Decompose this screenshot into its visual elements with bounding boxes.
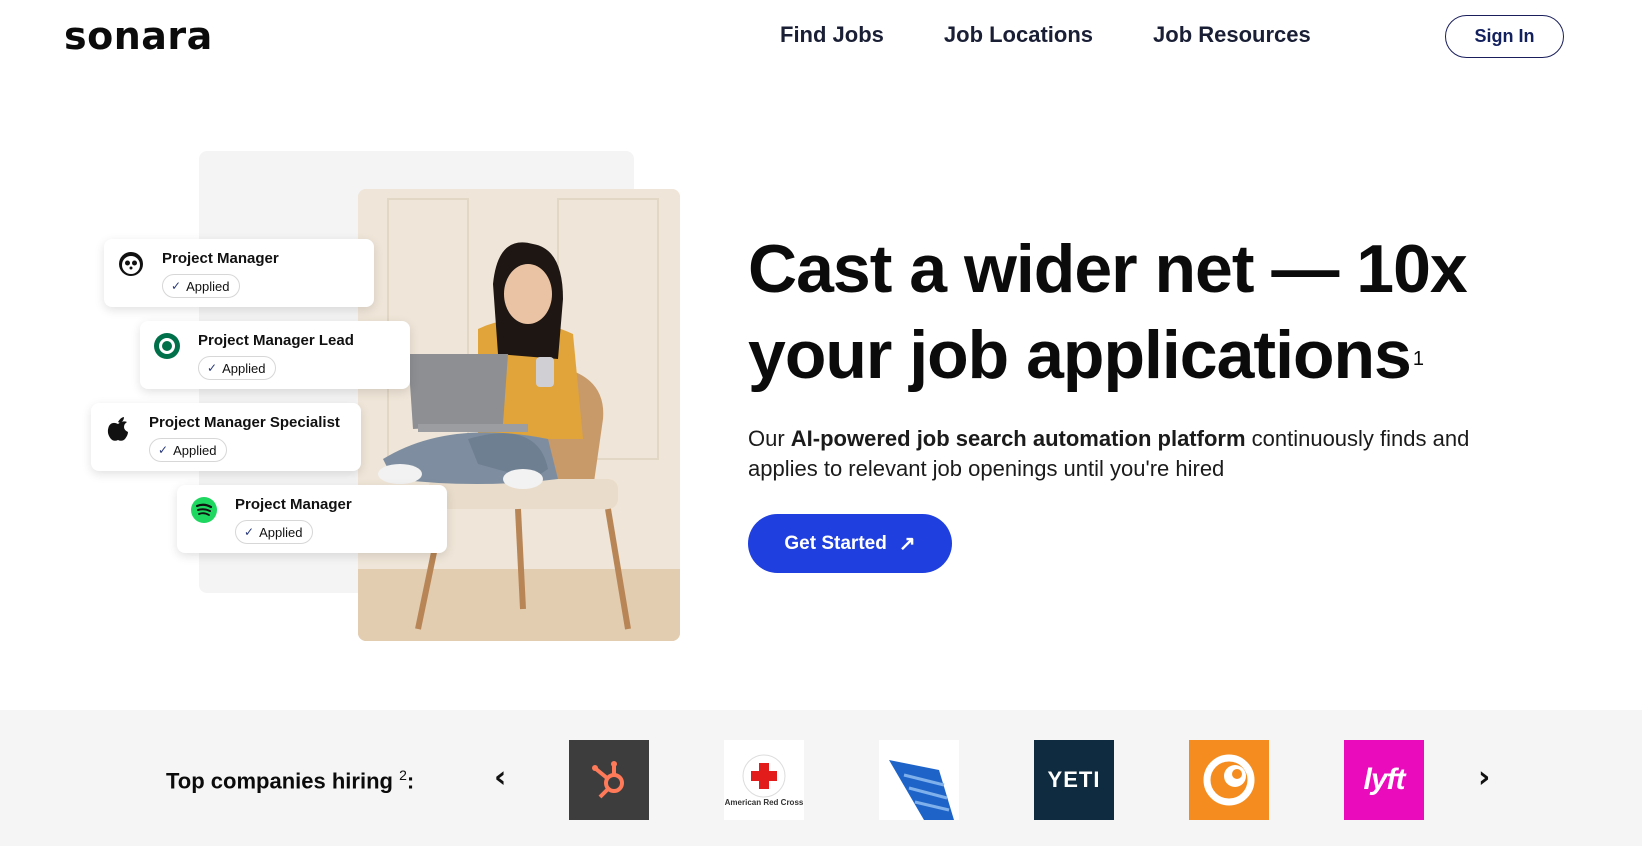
hero-headline-line2: your job applications bbox=[748, 317, 1412, 393]
applied-badge: ✓ Applied bbox=[162, 274, 241, 298]
applied-badge-label: Applied bbox=[173, 442, 217, 458]
footnote-marker[interactable]: 1 bbox=[1413, 348, 1424, 370]
companies-strip: Top companies hiring 2: ‹ American Red C… bbox=[0, 710, 1642, 846]
nav-job-locations[interactable]: Job Locations bbox=[944, 22, 1093, 48]
applied-badge-label: Applied bbox=[222, 360, 266, 376]
job-card-title: Project Manager Specialist bbox=[149, 414, 340, 431]
applied-badge: ✓ Applied bbox=[149, 438, 228, 462]
job-card-title: Project Manager bbox=[235, 496, 352, 513]
check-icon: ✓ bbox=[158, 443, 169, 457]
yeti-logo[interactable]: YETI bbox=[1034, 740, 1114, 820]
companies-label-text: Top companies hiring bbox=[166, 768, 393, 794]
applied-badge-label: Applied bbox=[259, 524, 303, 540]
spotify-icon bbox=[189, 495, 219, 525]
get-started-button[interactable]: Get Started ↗ bbox=[748, 514, 952, 573]
job-card: Project Manager ✓ Applied bbox=[177, 485, 447, 553]
hero-photo bbox=[358, 189, 680, 641]
main-nav: Find Jobs Job Locations Job Resources bbox=[780, 22, 1311, 48]
arrow-up-right-icon: ↗ bbox=[898, 533, 916, 555]
nav-find-jobs[interactable]: Find Jobs bbox=[780, 22, 884, 48]
footnote-marker[interactable]: 2 bbox=[399, 767, 407, 783]
hubspot-logo[interactable] bbox=[569, 740, 649, 820]
check-icon: ✓ bbox=[171, 279, 182, 293]
companies-label: Top companies hiring 2: bbox=[166, 767, 414, 794]
applied-badge: ✓ Applied bbox=[198, 356, 277, 380]
applied-badge: ✓ Applied bbox=[235, 520, 314, 544]
apple-icon bbox=[103, 413, 133, 443]
yeti-logo-text: YETI bbox=[1047, 767, 1101, 792]
site-header: sonara Find Jobs Job Locations Job Resou… bbox=[0, 0, 1642, 76]
applied-badge-label: Applied bbox=[186, 278, 230, 294]
sign-in-button[interactable]: Sign In bbox=[1445, 15, 1564, 58]
chevron-left-icon[interactable]: ‹ bbox=[494, 760, 506, 795]
job-card: Project Manager Lead ✓ Applied bbox=[140, 321, 410, 389]
nav-job-resources[interactable]: Job Resources bbox=[1153, 22, 1311, 48]
hero-subtitle-bold: AI-powered job search automation platfor… bbox=[790, 426, 1246, 451]
american-red-cross-logo[interactable]: American Red Cross bbox=[724, 740, 804, 820]
job-card-title: Project Manager bbox=[162, 250, 279, 267]
companies-label-colon: : bbox=[406, 768, 415, 794]
sonara-logo[interactable]: sonara bbox=[64, 14, 213, 58]
united-logo[interactable] bbox=[879, 740, 959, 820]
red-cross-logo-text: American Red Cross bbox=[724, 797, 804, 807]
get-started-label: Get Started bbox=[784, 532, 887, 554]
job-card: Project Manager Specialist ✓ Applied bbox=[91, 403, 361, 471]
check-icon: ✓ bbox=[244, 525, 255, 539]
hero-headline: Cast a wider net — 10x your job applicat… bbox=[748, 226, 1528, 398]
starbucks-icon bbox=[152, 331, 182, 361]
chevron-right-icon[interactable]: › bbox=[1478, 760, 1490, 795]
panda-icon bbox=[116, 249, 146, 279]
hero-subtitle: Our AI-powered job search automation pla… bbox=[748, 424, 1508, 484]
hero-subtitle-prefix: Our bbox=[748, 426, 791, 451]
lyft-logo-text: lyft bbox=[1363, 763, 1406, 796]
job-card: Project Manager ✓ Applied bbox=[104, 239, 374, 307]
hero-headline-line1: Cast a wider net — 10x bbox=[748, 231, 1468, 307]
job-card-title: Project Manager Lead bbox=[198, 332, 354, 349]
crunchyroll-logo[interactable] bbox=[1189, 740, 1269, 820]
lyft-logo[interactable]: lyft bbox=[1344, 740, 1424, 820]
check-icon: ✓ bbox=[207, 361, 218, 375]
